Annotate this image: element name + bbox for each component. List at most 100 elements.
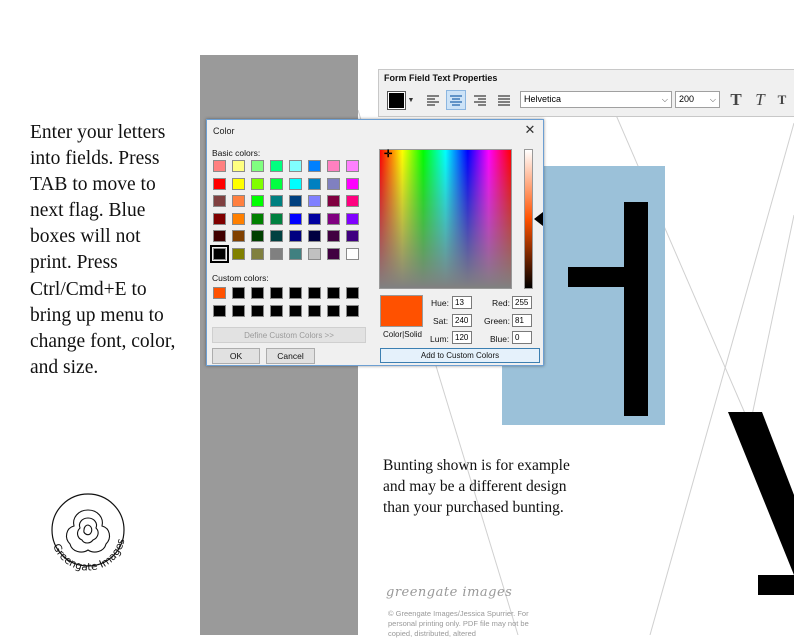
custom-color-swatch[interactable] [289, 304, 302, 317]
basic-color-swatch[interactable] [346, 212, 359, 225]
lum-label: Lum: [430, 334, 449, 344]
basic-color-swatch[interactable] [270, 212, 283, 225]
basic-color-swatch[interactable] [308, 160, 321, 172]
custom-color-swatch[interactable] [251, 287, 264, 299]
basic-color-swatch[interactable] [308, 212, 321, 225]
color-preview [380, 295, 423, 327]
text-small-button[interactable]: T [773, 90, 791, 110]
basic-color-swatch[interactable] [346, 177, 359, 190]
basic-color-swatch[interactable] [289, 212, 302, 225]
slider-arrow-icon[interactable] [534, 212, 543, 226]
custom-color-swatch[interactable] [308, 287, 321, 299]
basic-color-swatch[interactable] [327, 177, 340, 190]
font-size-select[interactable]: 200 ⌵ [675, 91, 720, 108]
hue-label: Hue: [431, 298, 449, 308]
basic-color-swatch[interactable] [251, 177, 264, 190]
align-left-button[interactable] [423, 90, 443, 110]
basic-color-swatch[interactable] [308, 230, 321, 242]
custom-color-swatch[interactable] [232, 287, 245, 299]
basic-color-swatch[interactable] [213, 160, 226, 172]
basic-color-swatch[interactable] [327, 212, 340, 225]
custom-color-swatch[interactable] [308, 304, 321, 317]
basic-color-swatch[interactable] [346, 195, 359, 207]
hue-field[interactable]: 13 [452, 296, 472, 309]
bunting-note: Bunting shown is for example and may be … [383, 457, 570, 516]
text-italic-button[interactable]: T [751, 90, 769, 110]
basic-color-swatch[interactable] [327, 195, 340, 207]
chevron-down-icon: ▼ [407, 96, 415, 104]
custom-color-swatch[interactable] [289, 287, 302, 299]
luminance-slider[interactable] [524, 149, 533, 289]
red-field[interactable]: 255 [512, 296, 532, 309]
basic-color-swatch[interactable] [213, 177, 226, 190]
custom-color-swatch[interactable] [346, 304, 359, 317]
greengate-logo: Greengate Images [50, 493, 128, 574]
basic-color-swatch[interactable] [308, 177, 321, 190]
basic-color-swatch[interactable] [213, 212, 226, 225]
define-custom-colors-button[interactable]: Define Custom Colors >> [212, 327, 366, 343]
basic-color-swatch[interactable] [327, 230, 340, 242]
custom-color-swatch[interactable] [327, 287, 340, 299]
color-spectrum[interactable]: ✛ [379, 149, 512, 289]
basic-color-swatch[interactable] [270, 195, 283, 207]
close-icon[interactable]: ✕ [523, 122, 537, 138]
basic-color-swatch[interactable] [251, 195, 264, 207]
custom-color-swatch[interactable] [213, 287, 226, 299]
basic-color-swatch[interactable] [346, 160, 359, 172]
basic-color-swatch[interactable] [251, 247, 264, 260]
custom-color-swatch[interactable] [213, 304, 226, 317]
basic-color-swatch[interactable] [327, 247, 340, 260]
basic-color-swatch[interactable] [289, 195, 302, 207]
basic-color-swatch[interactable] [289, 177, 302, 190]
blue-field[interactable]: 0 [512, 331, 532, 344]
chevron-down-icon: ⌵ [661, 95, 668, 104]
text-italic-icon: T [755, 90, 765, 109]
basic-color-swatch[interactable] [251, 160, 264, 172]
ok-button[interactable]: OK [212, 348, 260, 364]
basic-color-swatch[interactable] [232, 195, 245, 207]
basic-color-swatch[interactable] [289, 247, 302, 260]
add-to-custom-colors-button[interactable]: Add to Custom Colors [380, 348, 540, 363]
custom-color-swatch[interactable] [327, 304, 340, 317]
justify-button[interactable] [494, 90, 514, 110]
basic-color-swatch[interactable] [327, 160, 340, 172]
basic-color-swatch[interactable] [308, 195, 321, 207]
custom-color-swatch[interactable] [251, 304, 264, 317]
dialog-title: Color [213, 126, 235, 136]
basic-color-swatch[interactable] [213, 195, 226, 207]
basic-color-swatch[interactable] [251, 230, 264, 242]
text-bold-button[interactable]: T [727, 90, 745, 110]
basic-color-swatch[interactable] [270, 177, 283, 190]
basic-color-swatch[interactable] [270, 230, 283, 242]
custom-color-swatch[interactable] [270, 304, 283, 317]
basic-color-swatch[interactable] [289, 160, 302, 172]
align-center-button[interactable] [446, 90, 466, 110]
basic-color-swatch[interactable] [232, 230, 245, 242]
align-left-icon [427, 95, 439, 106]
basic-color-swatch[interactable] [210, 244, 229, 263]
basic-color-swatch[interactable] [346, 247, 359, 260]
basic-color-swatch[interactable] [213, 230, 226, 242]
custom-color-swatch[interactable] [270, 287, 283, 299]
basic-color-swatch[interactable] [232, 160, 245, 172]
lum-field[interactable]: 120 [452, 331, 472, 344]
basic-color-swatch[interactable] [308, 247, 321, 260]
flower-icon [65, 509, 111, 553]
toolbar-title: Form Field Text Properties [384, 73, 498, 83]
font-select[interactable]: Helvetica ⌵ [520, 91, 672, 108]
align-right-button[interactable] [470, 90, 490, 110]
basic-color-swatch[interactable] [270, 247, 283, 260]
text-color-button[interactable]: ▼ [386, 90, 416, 110]
sat-field[interactable]: 240 [452, 314, 472, 327]
custom-color-swatch[interactable] [232, 304, 245, 317]
basic-color-swatch[interactable] [232, 212, 245, 225]
custom-color-swatch[interactable] [346, 287, 359, 299]
basic-color-swatch[interactable] [346, 230, 359, 242]
green-field[interactable]: 81 [512, 314, 532, 327]
basic-color-swatch[interactable] [251, 212, 264, 225]
basic-color-swatch[interactable] [232, 177, 245, 190]
basic-color-swatch[interactable] [232, 247, 245, 260]
cancel-button[interactable]: Cancel [266, 348, 315, 364]
basic-color-swatch[interactable] [270, 160, 283, 172]
basic-color-swatch[interactable] [289, 230, 302, 242]
